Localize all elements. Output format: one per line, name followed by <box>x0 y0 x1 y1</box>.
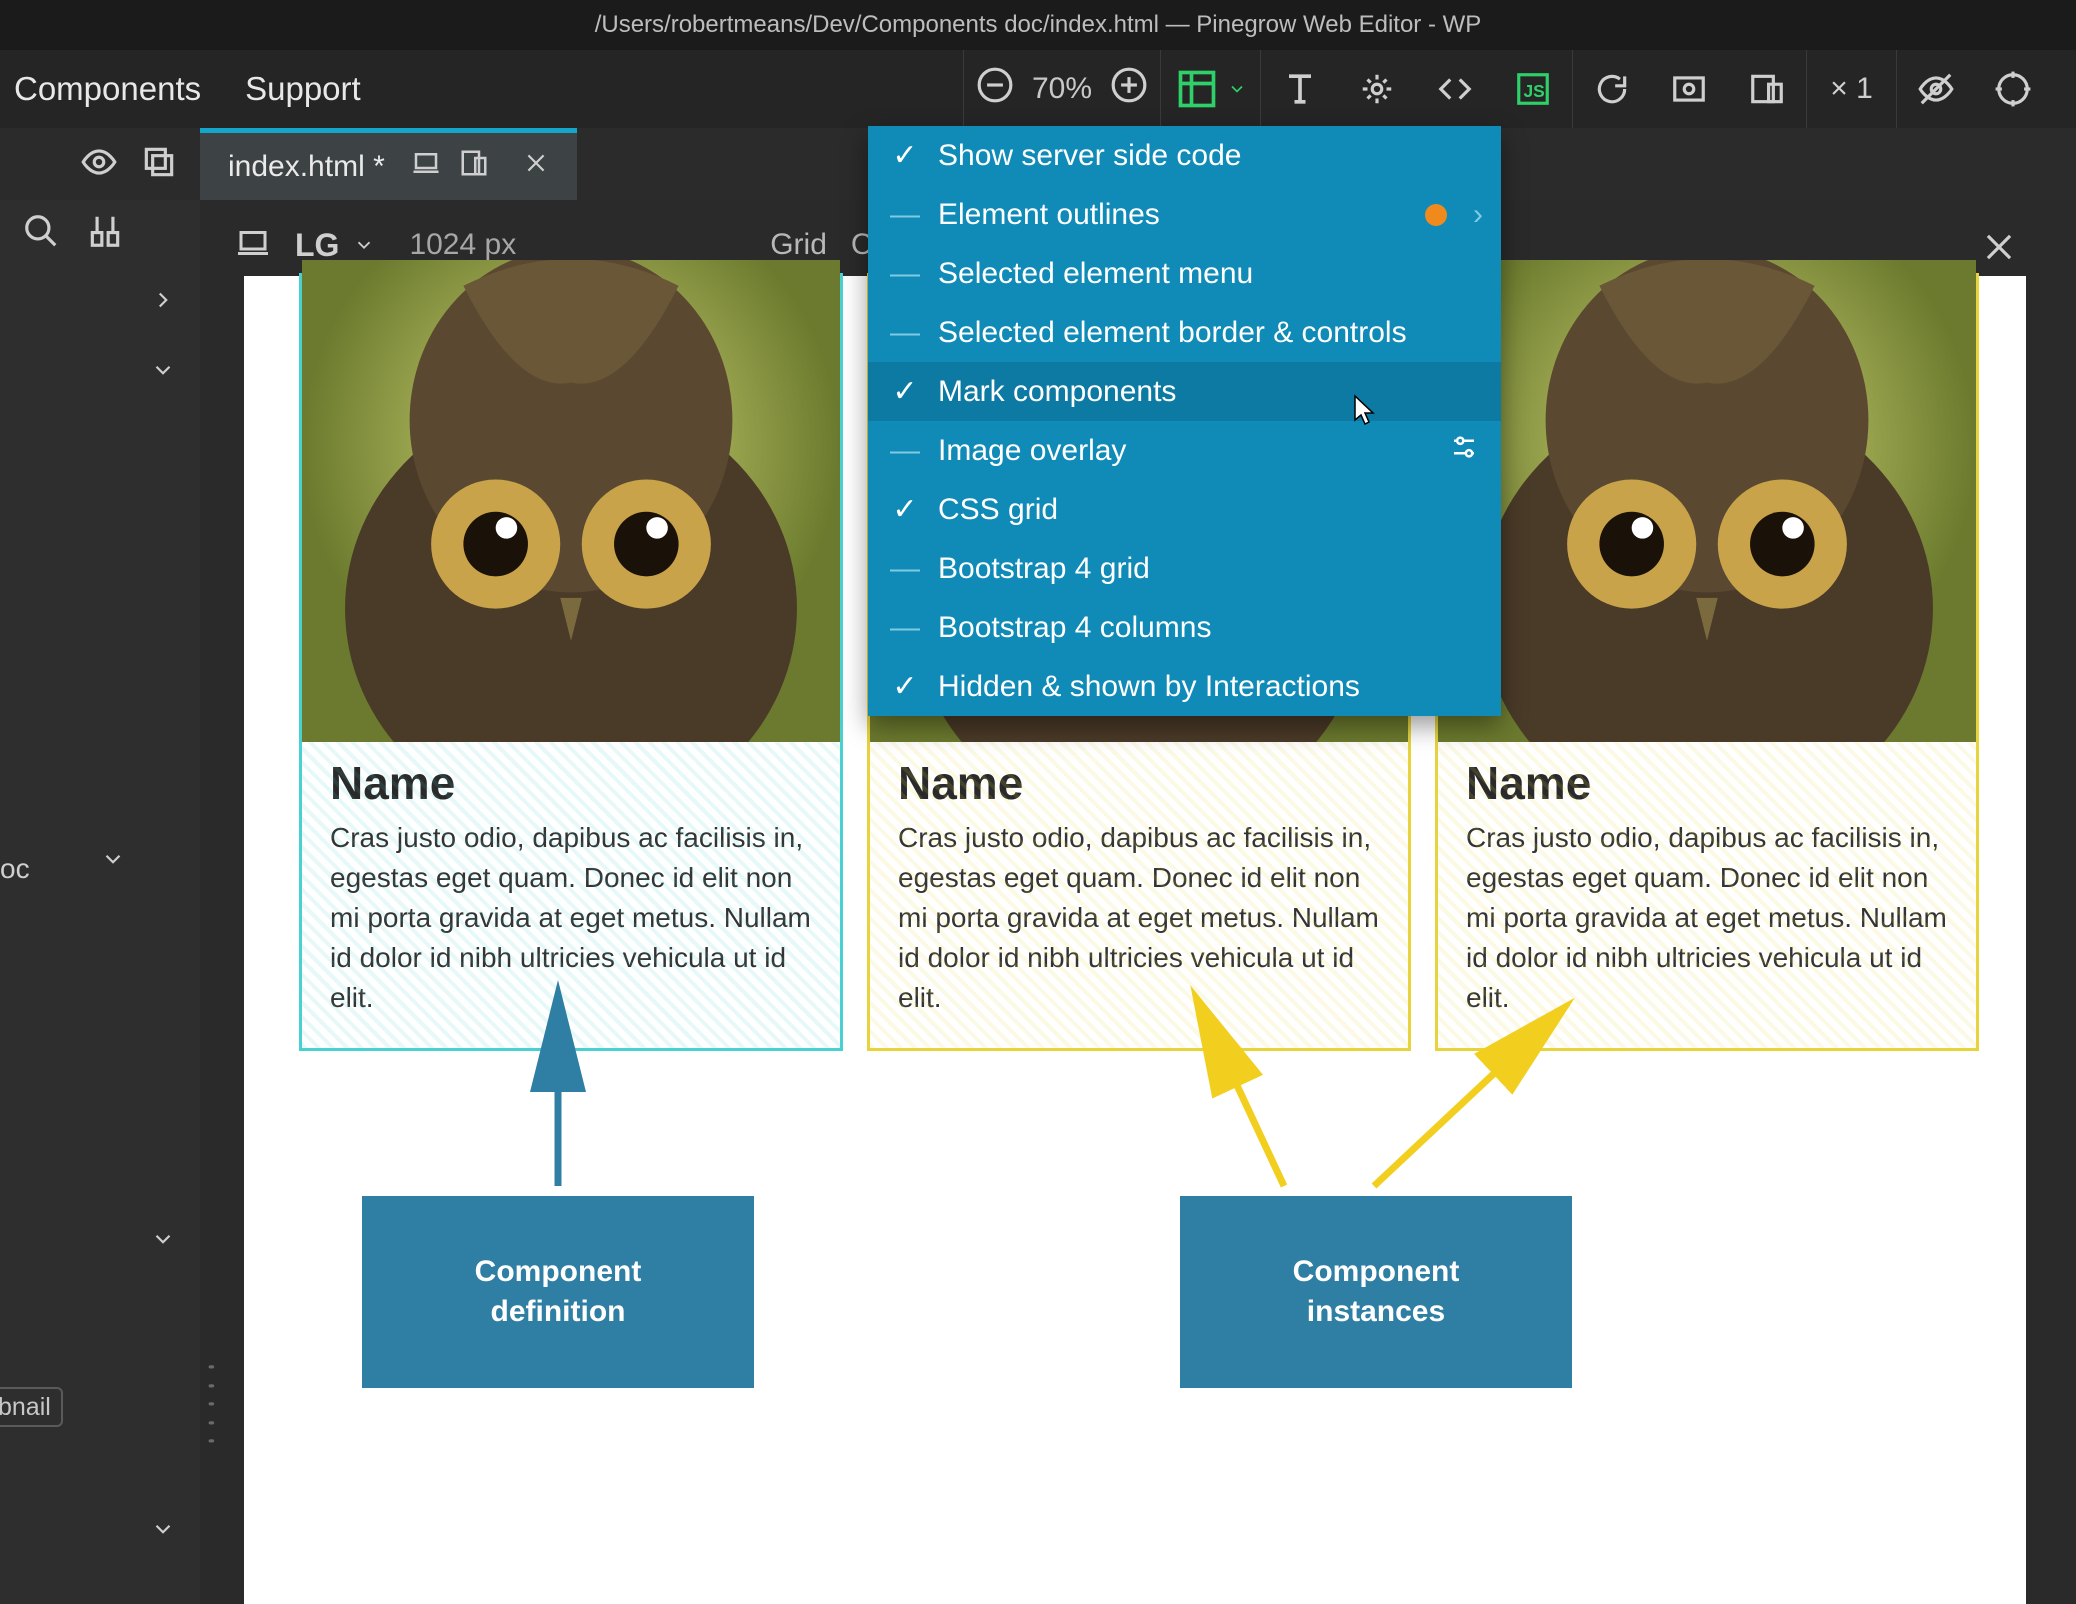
dropdown-label: Image overlay <box>938 434 1126 468</box>
mouse-cursor-icon <box>1350 394 1378 435</box>
viewport-width: 1024 px <box>409 228 516 262</box>
panel-resize-grip[interactable] <box>208 1358 220 1436</box>
annotation-text: Component instances <box>1293 1252 1460 1332</box>
dropdown-label: Selected element border & controls <box>938 316 1407 350</box>
dropdown-item-selected-menu[interactable]: — Selected element menu <box>868 244 1501 303</box>
dash-icon: — <box>888 316 922 350</box>
grid-label[interactable]: Grid <box>770 228 827 262</box>
menubar: Components Support 70% JS × 1 <box>0 50 2076 128</box>
dropdown-item-selected-border[interactable]: — Selected element border & controls <box>868 303 1501 362</box>
dropdown-item-bs4-grid[interactable]: — Bootstrap 4 grid <box>868 539 1501 598</box>
dropdown-item-image-overlay[interactable]: — Image overlay <box>868 421 1501 480</box>
chevron-right-icon[interactable]: › <box>1473 198 1483 232</box>
card-title: Name <box>302 742 840 818</box>
tab-index-html[interactable]: index.html * <box>200 128 577 200</box>
card-image <box>1438 260 1976 742</box>
orange-dot-icon <box>1425 204 1447 226</box>
window-titlebar: /Users/robertmeans/Dev/Components doc/in… <box>0 0 2076 50</box>
zoom-out-icon[interactable] <box>976 66 1014 112</box>
check-icon: ✓ <box>888 374 922 409</box>
multiplier-label: × 1 <box>1830 72 1873 106</box>
menu-items: Components Support <box>0 70 361 108</box>
tab-title: index.html * <box>228 150 385 184</box>
code-tool-icon[interactable] <box>1416 50 1494 128</box>
multiplier[interactable]: × 1 <box>1806 50 1896 128</box>
tab-close-icon[interactable] <box>523 150 549 184</box>
card-component-instance[interactable]: Name Cras justo odio, dapibus ac facilis… <box>1438 276 1976 1048</box>
target-icon[interactable] <box>1974 50 2052 128</box>
click-tool-icon[interactable] <box>1338 50 1416 128</box>
dropdown-item-element-outlines[interactable]: — Element outlines › <box>868 185 1501 244</box>
card-body: Cras justo odio, dapibus ac facilisis in… <box>1438 818 1976 1048</box>
check-icon: ✓ <box>888 669 922 704</box>
eye-icon[interactable] <box>80 143 118 186</box>
window-title: /Users/robertmeans/Dev/Components doc/in… <box>595 11 1482 39</box>
collapse-icon[interactable] <box>150 1220 176 1265</box>
dropdown-item-server-code[interactable]: ✓ Show server side code <box>868 126 1501 185</box>
collapse-icon[interactable] <box>100 853 126 884</box>
responsive-icon[interactable] <box>1728 50 1806 128</box>
zoom-in-icon[interactable] <box>1110 66 1148 112</box>
expand-icon[interactable] <box>150 281 176 324</box>
dropdown-label: Hidden & shown by Interactions <box>938 670 1360 704</box>
dropdown-item-css-grid[interactable]: ✓ CSS grid <box>868 480 1501 539</box>
zoom-value: 70% <box>1032 72 1092 106</box>
dropdown-label: Bootstrap 4 grid <box>938 552 1150 586</box>
check-icon: ✓ <box>888 138 922 173</box>
search-icon[interactable] <box>22 212 60 255</box>
view-options-dropdown: ✓ Show server side code — Element outlines… <box>868 126 1501 716</box>
tab-device-icon[interactable] <box>411 148 441 186</box>
copy-icon[interactable] <box>140 143 178 186</box>
tools-icon[interactable] <box>86 212 124 255</box>
card-component-definition[interactable]: Name Cras justo odio, dapibus ac facilis… <box>302 276 840 1048</box>
chevron-down-icon[interactable] <box>353 234 375 256</box>
device-laptop-icon[interactable] <box>235 225 271 266</box>
menu-components[interactable]: Components <box>14 70 201 108</box>
dropdown-label: Bootstrap 4 columns <box>938 611 1211 645</box>
refresh-icon[interactable] <box>1572 50 1650 128</box>
dropdown-label: CSS grid <box>938 493 1058 527</box>
panel-label-bnail[interactable]: bnail <box>0 1387 63 1427</box>
tab-layout-icon[interactable] <box>459 148 489 186</box>
dropdown-label: Mark components <box>938 375 1176 409</box>
annotation-instances: Component instances <box>1180 1196 1572 1388</box>
text-tool-icon[interactable] <box>1260 50 1338 128</box>
svg-text:JS: JS <box>1524 81 1545 101</box>
close-preview-icon[interactable] <box>1980 228 2018 275</box>
dropdown-label: Element outlines <box>938 198 1160 232</box>
dash-icon: — <box>888 552 922 586</box>
dropdown-item-bs4-columns[interactable]: — Bootstrap 4 columns <box>868 598 1501 657</box>
preview-icon[interactable] <box>1650 50 1728 128</box>
zoom-controls: 70% <box>963 50 1160 128</box>
visibility-icon[interactable] <box>1896 50 1974 128</box>
card-body: Cras justo odio, dapibus ac facilisis in… <box>870 818 1408 1048</box>
dropdown-label: Selected element menu <box>938 257 1253 291</box>
dropdown-label: Show server side code <box>938 139 1242 173</box>
left-panel: oc bnail <box>0 200 200 1604</box>
dash-icon: — <box>888 611 922 645</box>
annotation-definition: Component definition <box>362 1196 754 1388</box>
js-tool-icon[interactable]: JS <box>1494 50 1572 128</box>
dash-icon: — <box>888 434 922 468</box>
card-title: Name <box>870 742 1408 818</box>
dash-icon: — <box>888 198 922 232</box>
check-icon: ✓ <box>888 492 922 527</box>
dash-icon: — <box>888 257 922 291</box>
card-title: Name <box>1438 742 1976 818</box>
collapse-icon[interactable] <box>150 351 176 394</box>
collapse-icon[interactable] <box>150 1510 176 1555</box>
breakpoint-label[interactable]: LG <box>295 227 339 264</box>
sliders-icon[interactable] <box>1449 432 1479 470</box>
card-image <box>302 260 840 742</box>
dropdown-item-interactions[interactable]: ✓ Hidden & shown by Interactions <box>868 657 1501 716</box>
view-options-button[interactable] <box>1160 50 1260 128</box>
panel-label-oc: oc <box>0 840 126 885</box>
annotation-text: Component definition <box>475 1252 642 1332</box>
menu-support[interactable]: Support <box>245 70 361 108</box>
dropdown-item-mark-components[interactable]: ✓ Mark components <box>868 362 1501 421</box>
card-body: Cras justo odio, dapibus ac facilisis in… <box>302 818 840 1048</box>
